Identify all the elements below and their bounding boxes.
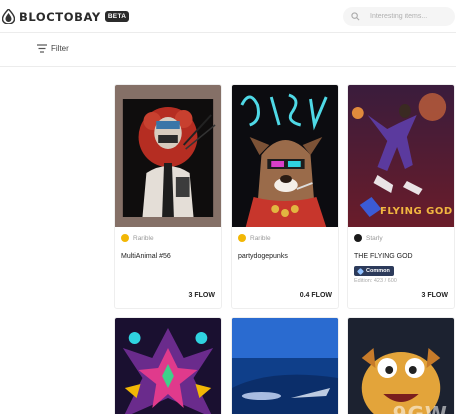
nft-artwork[interactable] xyxy=(232,318,338,414)
nft-title: MultiAnimal #56 xyxy=(121,253,171,260)
kaleidoscope-artwork-image xyxy=(115,318,221,414)
nft-artwork[interactable]: FLYING GOD xyxy=(348,85,454,227)
dog-artwork-image xyxy=(232,85,338,227)
search-input[interactable] xyxy=(370,13,455,20)
nft-price: 0.4 FLOW xyxy=(299,292,332,299)
filter-button[interactable]: Filter xyxy=(37,44,69,53)
brand-logo[interactable]: BLOCTOBAY BETA xyxy=(2,9,130,24)
nft-card[interactable]: 9GW xyxy=(347,317,455,414)
blue-abstract-artwork-image xyxy=(232,318,338,414)
search-icon xyxy=(351,12,360,21)
rarible-logo-icon xyxy=(238,234,246,242)
nft-card[interactable]: Rarible partydogepunks 0.4 FLOW xyxy=(231,84,339,309)
rarity-label: Common xyxy=(366,268,390,274)
nft-card[interactable]: Rarible MultiAnimal #56 3 FLOW xyxy=(114,84,222,309)
starly-logo-icon xyxy=(354,234,362,242)
nft-card[interactable]: FLYING GOD Starly THE FLYING GOD Common … xyxy=(347,84,455,309)
samurai-artwork-image xyxy=(115,85,221,227)
nft-artwork[interactable] xyxy=(115,318,221,414)
creature-artwork-image xyxy=(348,318,454,414)
nft-card[interactable] xyxy=(114,317,222,414)
nft-artwork[interactable] xyxy=(115,85,221,227)
edition-count: Edition: 423 / 600 xyxy=(354,278,397,284)
filter-bar: Filter xyxy=(0,33,456,67)
artwork-title-overlay: FLYING GOD xyxy=(380,206,453,217)
logo-drop-icon xyxy=(2,9,15,24)
rarity-badge: Common xyxy=(354,266,394,276)
top-header: BLOCTOBAY BETA xyxy=(0,0,456,33)
creator-name: Starly xyxy=(366,234,383,242)
nft-price: 3 FLOW xyxy=(188,292,215,299)
filter-label: Filter xyxy=(51,44,69,53)
creator-name: Rarible xyxy=(250,234,271,242)
nft-card[interactable] xyxy=(231,317,339,414)
creator-row: Rarible xyxy=(238,234,271,242)
brand-name: BLOCTOBAY xyxy=(19,9,101,24)
diamond-icon xyxy=(356,267,365,275)
filter-lines-icon xyxy=(37,44,47,53)
beta-badge: BETA xyxy=(104,11,130,22)
search-box[interactable] xyxy=(343,7,455,26)
nft-title: THE FLYING GOD xyxy=(354,253,413,260)
nft-title: partydogepunks xyxy=(238,253,288,260)
watermark-logo: 9GW xyxy=(392,402,448,414)
nft-artwork[interactable]: 9GW xyxy=(348,318,454,414)
nft-artwork[interactable] xyxy=(232,85,338,227)
rarible-logo-icon xyxy=(121,234,129,242)
creator-row: Rarible xyxy=(121,234,154,242)
creator-name: Rarible xyxy=(133,234,154,242)
creator-row: Starly xyxy=(354,234,383,242)
nft-price: 3 FLOW xyxy=(421,292,448,299)
